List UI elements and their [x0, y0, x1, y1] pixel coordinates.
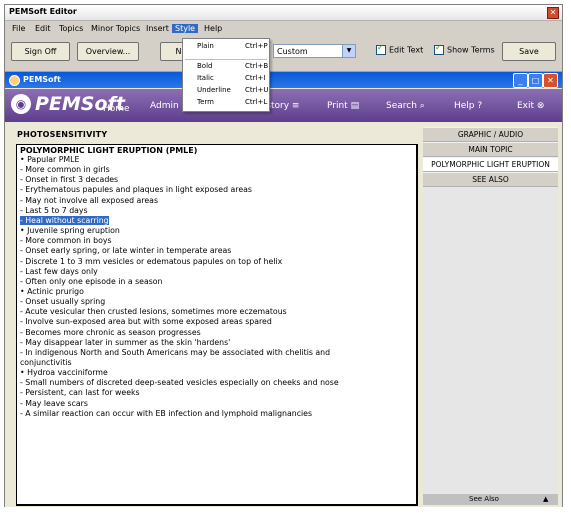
text-line[interactable]: - Last 5 to 7 days: [20, 206, 88, 215]
text-line[interactable]: - More common in boys: [20, 236, 112, 245]
style-menu-underline[interactable]: Underline Ctrl+U: [183, 85, 269, 96]
style-select-value: Custom: [277, 47, 308, 56]
style-menu-dropdown: Plain Ctrl+P Bold Ctrl+B Italic Ctrl+I Unde…: [182, 38, 270, 112]
text-line[interactable]: - Heal without scarring: [20, 215, 109, 225]
text-line[interactable]: - A similar reaction can occur with EB i…: [20, 409, 312, 418]
text-line[interactable]: - May disappear later in summer as the s…: [20, 338, 230, 347]
see-also-footer-label: See Also: [469, 495, 499, 503]
menu-separator: [185, 59, 267, 60]
menu-minor-topics[interactable]: Minor Topics: [88, 24, 143, 33]
pemsoft-window: PEMSoft _ □ ✕ ◉ PEMSoft Home Admin To Hi…: [5, 71, 562, 507]
inner-title-bar: PEMSoft _ □ ✕: [5, 72, 562, 88]
inner-window-title: PEMSoft: [23, 75, 61, 84]
list-icon: ≡: [291, 101, 300, 111]
checkbox-checked-icon[interactable]: [376, 43, 386, 55]
text-line[interactable]: - Often only one episode in a season: [20, 277, 163, 286]
text-line[interactable]: - May not involve all exposed areas: [20, 196, 158, 205]
text-line[interactable]: - Onset usually spring: [20, 297, 105, 306]
menu-topics[interactable]: Topics: [56, 24, 86, 33]
side-see-also[interactable]: SEE ALSO: [423, 172, 558, 187]
text-line[interactable]: - More common in girls: [20, 165, 110, 174]
text-line[interactable]: - Involve sun-exposed area but with some…: [20, 317, 272, 326]
nav-exit[interactable]: Exit ⊗: [517, 101, 544, 111]
side-graphic-audio[interactable]: GRAPHIC / AUDIO: [423, 127, 558, 142]
text-line[interactable]: - Becomes more chronic as season progres…: [20, 328, 201, 337]
see-also-footer[interactable]: See Also ▲: [423, 494, 558, 505]
minimize-icon[interactable]: _: [513, 73, 528, 88]
text-line[interactable]: • Hydroa vacciniforme: [20, 368, 108, 377]
main-content: PHOTOSENSITIVITY POLYMORPHIC LIGHT ERUPT…: [13, 127, 418, 506]
nav-admin[interactable]: Admin: [150, 101, 179, 111]
toolbar: Sign Off Overview... No Custom ▼ Edit Te…: [5, 39, 562, 69]
side-main-topic[interactable]: MAIN TOPIC: [423, 142, 558, 157]
side-current-topic[interactable]: POLYMORPHIC LIGHT ERUPTION: [423, 157, 558, 172]
arrow-up-icon[interactable]: ▲: [543, 494, 548, 505]
menu-style[interactable]: Style: [172, 24, 199, 33]
save-button[interactable]: Save: [502, 42, 556, 61]
menu-insert[interactable]: Insert: [143, 24, 172, 33]
text-line[interactable]: - Erythematous papules and plaques in li…: [20, 185, 252, 194]
checkbox-checked-icon[interactable]: [434, 43, 444, 55]
close-icon[interactable]: ✕: [547, 7, 559, 19]
text-line[interactable]: • Juvenile spring eruption: [20, 226, 120, 235]
nav-help[interactable]: Help ?: [454, 101, 482, 111]
help-icon: ?: [477, 101, 483, 111]
text-line[interactable]: - Small numbers of discreted deep-seated…: [20, 378, 339, 387]
text-line[interactable]: - Last few days only: [20, 267, 98, 276]
text-line[interactable]: - In indigenous North and South American…: [20, 348, 330, 357]
menu-help[interactable]: Help: [201, 24, 225, 33]
chevron-down-icon[interactable]: ▼: [342, 45, 355, 57]
text-line[interactable]: - May leave scars: [20, 399, 88, 408]
exit-icon: ⊗: [536, 101, 545, 111]
style-menu-bold[interactable]: Bold Ctrl+B: [183, 61, 269, 72]
side-panel: GRAPHIC / AUDIO MAIN TOPIC POLYMORPHIC L…: [423, 127, 558, 505]
nav-home[interactable]: Home: [103, 104, 130, 114]
style-menu-plain[interactable]: Plain Ctrl+P: [183, 41, 269, 52]
maximize-icon[interactable]: □: [528, 73, 543, 88]
text-line[interactable]: - Persistent, can last for weeks: [20, 388, 140, 397]
text-line[interactable]: conjunctivitis: [20, 358, 72, 367]
text-line[interactable]: • Papular PMLE: [20, 155, 79, 164]
style-select[interactable]: Custom ▼: [273, 44, 356, 58]
text-line[interactable]: • Actinic prurigo: [20, 287, 84, 296]
nav-search[interactable]: Search ⌕: [386, 101, 425, 111]
pemsoft-logo-icon: ◉: [11, 94, 31, 114]
edit-text-checkbox[interactable]: Edit Text: [376, 43, 424, 55]
topic-text-editor[interactable]: POLYMORPHIC LIGHT ERUPTION (PMLE) • Papu…: [16, 144, 418, 506]
show-terms-checkbox[interactable]: Show Terms: [434, 43, 495, 55]
close-icon[interactable]: ✕: [543, 73, 558, 88]
overview-button[interactable]: Overview...: [77, 42, 139, 61]
menu-bar: File Edit Topics Minor Topics Insert Sty…: [5, 22, 562, 36]
menu-edit[interactable]: Edit: [32, 24, 54, 33]
editor-window: PEMSoft Editor ✕ File Edit Topics Minor …: [4, 4, 563, 507]
menu-file[interactable]: File: [9, 24, 28, 33]
text-line[interactable]: - Onset early spring, or late winter in …: [20, 246, 231, 255]
section-title: PHOTOSENSITIVITY: [17, 130, 108, 139]
show-terms-label: Show Terms: [447, 45, 495, 55]
edit-text-label: Edit Text: [389, 45, 424, 55]
style-menu-italic[interactable]: Italic Ctrl+I: [183, 73, 269, 84]
topic-title: POLYMORPHIC LIGHT ERUPTION (PMLE): [20, 146, 198, 155]
sign-off-button[interactable]: Sign Off: [11, 42, 70, 61]
search-icon: ⌕: [419, 101, 425, 111]
title-bar: PEMSoft Editor ✕: [5, 5, 562, 21]
text-line[interactable]: - Onset in first 3 decades: [20, 175, 118, 184]
printer-icon: ▤: [350, 101, 360, 111]
nav-bar: ◉ PEMSoft Home Admin To History ≡ Print …: [5, 89, 562, 122]
app-icon: [9, 75, 20, 86]
text-line[interactable]: - Acute vesicular then crusted lesions, …: [20, 307, 287, 316]
nav-print[interactable]: Print ▤: [327, 101, 359, 111]
style-menu-term[interactable]: Term Ctrl+L: [183, 97, 269, 108]
window-title: PEMSoft Editor: [9, 7, 77, 16]
text-line[interactable]: - Discrete 1 to 3 mm vesicles or edemato…: [20, 257, 282, 266]
